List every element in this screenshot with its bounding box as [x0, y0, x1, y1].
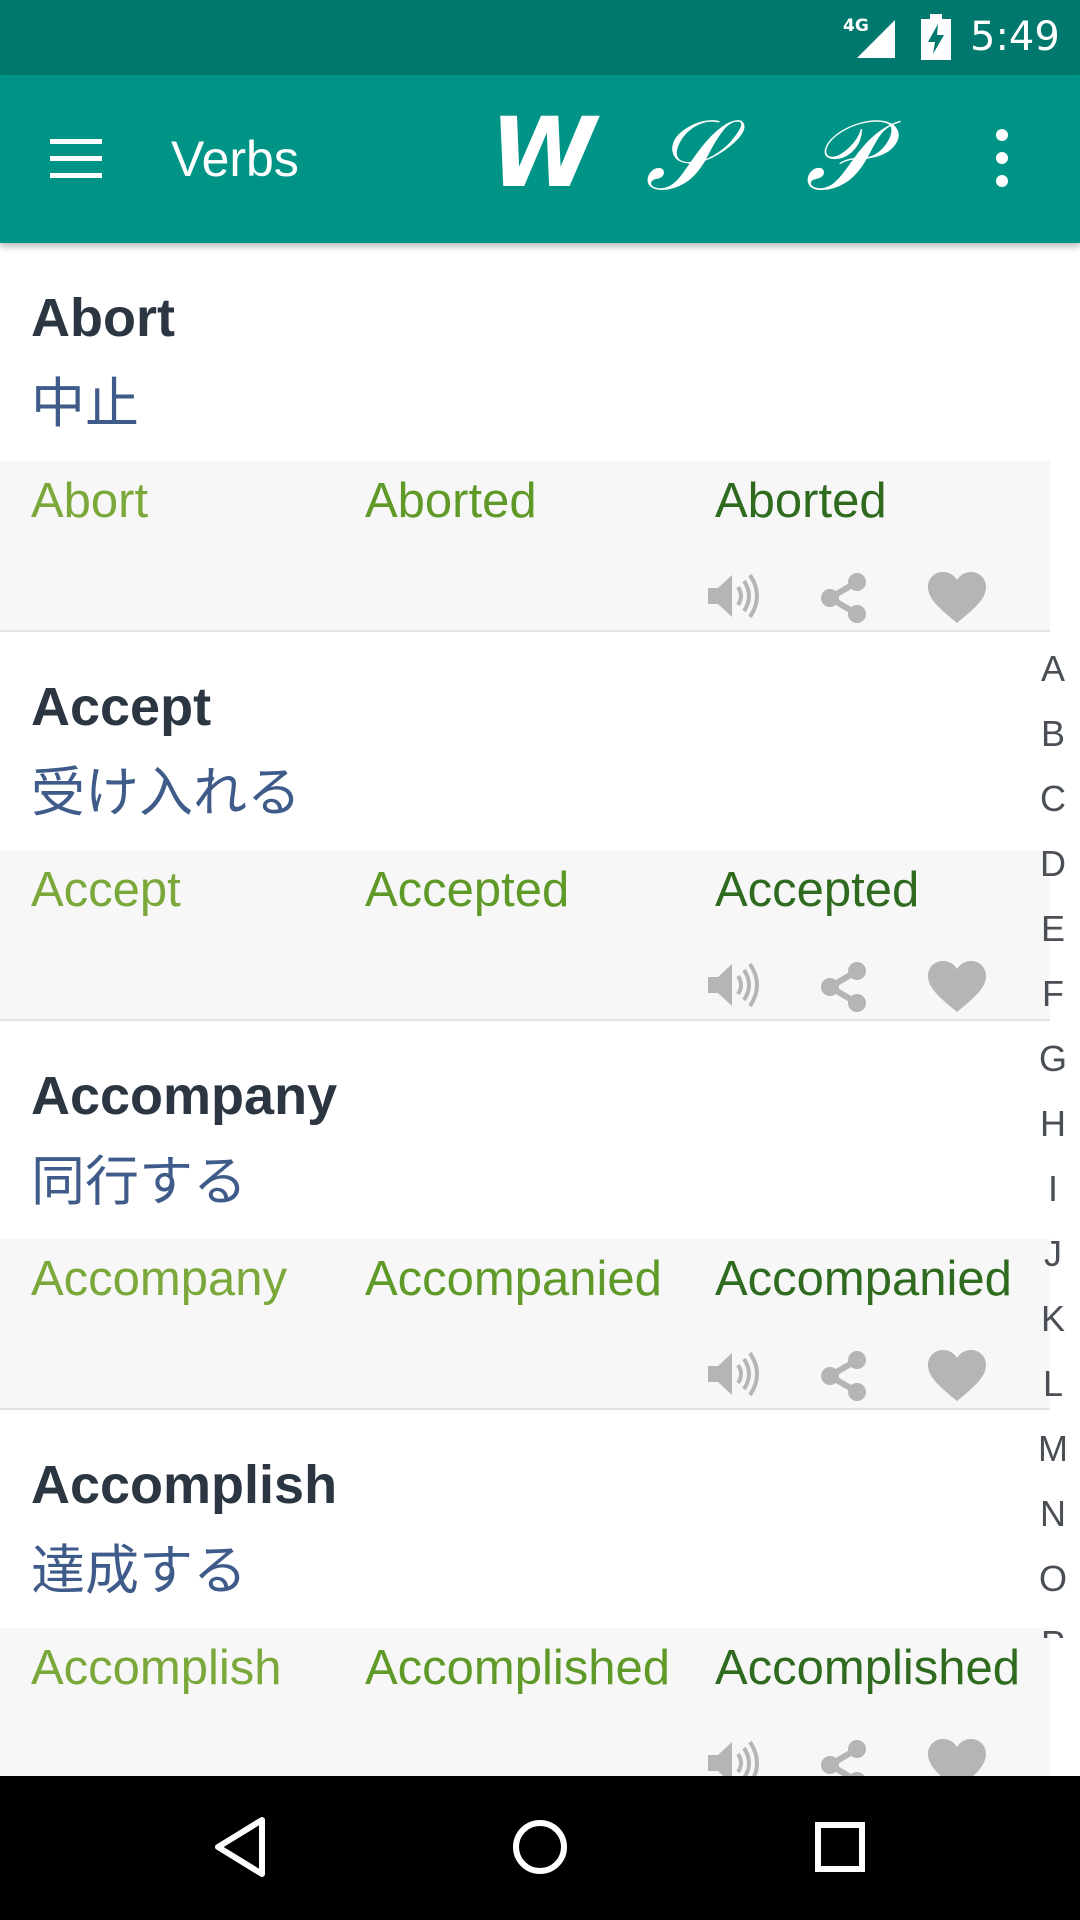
past-form: Accomplished	[365, 1641, 671, 1695]
recents-icon[interactable]	[810, 1814, 870, 1880]
past-participle-form: Accomplished	[715, 1641, 1021, 1695]
alpha-letter[interactable]: A	[1030, 648, 1076, 713]
past-form: Accepted	[365, 863, 570, 917]
mode-button-p[interactable]: 𝒫	[805, 107, 876, 205]
speaker-icon[interactable]	[706, 571, 764, 621]
verb-card[interactable]: Accomplish 達成する Accomplish Accomplished …	[0, 1410, 1050, 1776]
share-icon[interactable]	[817, 571, 871, 625]
past-participle-form: Accepted	[715, 863, 920, 917]
alpha-letter[interactable]: F	[1030, 973, 1076, 1038]
share-icon[interactable]	[817, 1738, 871, 1776]
verb-card[interactable]: Abort 中止 Abort Aborted Aborted	[0, 243, 1050, 632]
battery-charging-icon	[921, 14, 951, 60]
alpha-letter[interactable]: G	[1030, 1038, 1076, 1103]
status-bar: 4G 5:49	[0, 0, 1080, 75]
verb-word: Accompany	[31, 1066, 338, 1126]
past-form: Aborted	[365, 474, 537, 528]
heart-icon[interactable]	[926, 1349, 988, 1403]
alpha-letter[interactable]: P	[1030, 1623, 1076, 1638]
past-participle-form: Accompanied	[715, 1252, 1012, 1306]
verb-forms: Abort Aborted Aborted	[0, 461, 1050, 630]
share-icon[interactable]	[817, 1349, 871, 1403]
alpha-letter[interactable]: L	[1030, 1363, 1076, 1428]
base-form: Accept	[31, 863, 181, 917]
alpha-letter[interactable]: O	[1030, 1558, 1076, 1623]
verb-forms: Accompany Accompanied Accompanied	[0, 1239, 1050, 1408]
page-title: Verbs	[171, 131, 299, 187]
app-bar: Verbs W 𝒮 𝒫	[0, 75, 1080, 243]
verb-word: Abort	[31, 288, 175, 348]
signal-icon	[857, 20, 895, 58]
speaker-icon[interactable]	[706, 1738, 764, 1776]
mode-button-w[interactable]: W	[490, 105, 596, 201]
alpha-letter[interactable]: B	[1030, 713, 1076, 778]
speaker-icon[interactable]	[706, 960, 764, 1010]
verb-list: Abort 中止 Abort Aborted Aborted Accept 受け…	[0, 243, 1050, 1776]
verb-translation: 達成する	[31, 1539, 247, 1602]
verb-translation: 同行する	[31, 1150, 247, 1213]
verb-forms: Accept Accepted Accepted	[0, 850, 1050, 1019]
heart-icon[interactable]	[926, 571, 988, 625]
clock: 5:49	[970, 14, 1060, 60]
alpha-letter[interactable]: N	[1030, 1493, 1076, 1558]
navigation-bar	[0, 1776, 1080, 1920]
past-participle-form: Aborted	[715, 474, 887, 528]
alpha-letter[interactable]: E	[1030, 908, 1076, 973]
verb-word: Accomplish	[31, 1455, 338, 1515]
alpha-letter[interactable]: D	[1030, 843, 1076, 908]
base-form: Accomplish	[31, 1641, 282, 1695]
home-icon[interactable]	[510, 1814, 570, 1880]
base-form: Abort	[31, 474, 149, 528]
alphabet-index[interactable]: A B C D E F G H I J K L M N O P	[1030, 648, 1076, 1638]
menu-icon[interactable]	[44, 137, 108, 181]
base-form: Accompany	[31, 1252, 288, 1306]
verb-card[interactable]: Accept 受け入れる Accept Accepted Accepted	[0, 632, 1050, 1021]
alpha-letter[interactable]: I	[1030, 1168, 1076, 1233]
alpha-letter[interactable]: M	[1030, 1428, 1076, 1493]
alpha-letter[interactable]: J	[1030, 1233, 1076, 1298]
verb-card[interactable]: Accompany 同行する Accompany Accompanied Acc…	[0, 1021, 1050, 1410]
speaker-icon[interactable]	[706, 1349, 764, 1399]
alpha-letter[interactable]: H	[1030, 1103, 1076, 1168]
share-icon[interactable]	[817, 960, 871, 1014]
past-form: Accompanied	[365, 1252, 662, 1306]
verb-translation: 中止	[31, 372, 139, 435]
verb-word: Accept	[31, 677, 212, 737]
back-icon[interactable]	[210, 1814, 270, 1880]
heart-icon[interactable]	[926, 960, 988, 1014]
verb-translation: 受け入れる	[31, 761, 301, 824]
overflow-menu-icon[interactable]	[990, 127, 1014, 191]
verb-forms: Accomplish Accomplished Accomplished	[0, 1628, 1050, 1776]
alpha-letter[interactable]: K	[1030, 1298, 1076, 1363]
alpha-letter[interactable]: C	[1030, 778, 1076, 843]
mode-button-s[interactable]: 𝒮	[645, 107, 721, 205]
heart-icon[interactable]	[926, 1738, 988, 1776]
